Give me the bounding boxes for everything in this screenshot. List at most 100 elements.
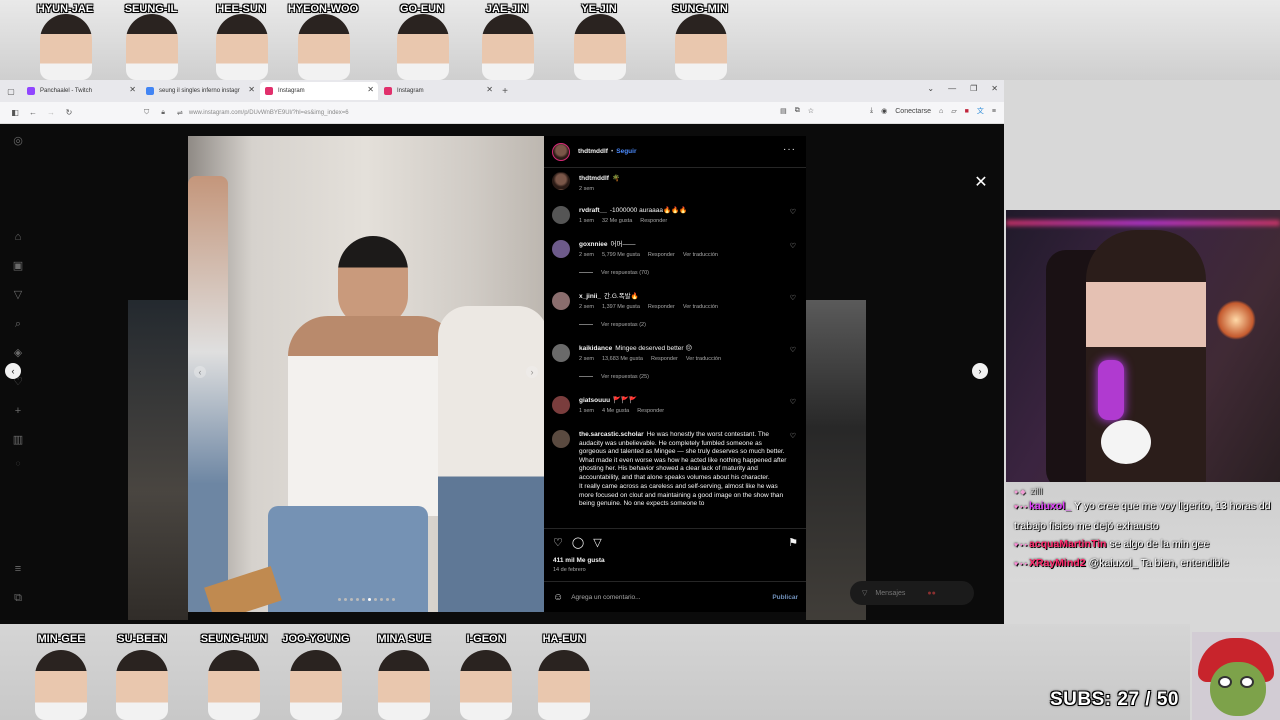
address-bar[interactable]: ⛉ 🔒︎ ⇌ www.instagram.com/p/DUvWnBYE9Ul/?… xyxy=(138,105,658,120)
search-icon[interactable]: ⌕ xyxy=(11,317,25,331)
comment-username[interactable]: rvdraft__ xyxy=(579,207,607,214)
comment-like-icon[interactable]: ♡ xyxy=(790,432,796,440)
emoji-icon[interactable]: ☺ xyxy=(553,592,563,603)
comment-likes[interactable]: 1,397 Me gusta xyxy=(602,304,640,310)
forward-icon[interactable]: → xyxy=(42,108,60,117)
chat-username[interactable]: acquaMartinTin xyxy=(1029,538,1106,550)
meta-icon[interactable]: ⧉ xyxy=(11,591,25,605)
lock-icon[interactable]: 🔒︎ xyxy=(161,109,165,117)
pocket-icon[interactable]: ▱ xyxy=(951,107,956,115)
bookmark-star-icon[interactable]: ☆ xyxy=(808,107,814,115)
comment-icon[interactable]: ◯ xyxy=(572,536,584,549)
comment-username[interactable]: the.sarcastic.scholar xyxy=(579,431,644,438)
tab-overview-icon[interactable]: ▢ xyxy=(0,87,22,96)
close-modal-icon[interactable]: ✕ xyxy=(972,174,990,192)
threads-icon[interactable]: ◌ xyxy=(11,457,25,471)
downloads-icon[interactable]: ⤓ xyxy=(870,107,873,115)
previous-post-arrow-icon[interactable]: ‹ xyxy=(5,363,21,379)
browser-tab[interactable]: Instagram ✕ xyxy=(260,82,378,100)
view-replies-button[interactable]: Ver respuestas (2) xyxy=(579,322,646,328)
shield-icon[interactable]: ⛉ xyxy=(144,109,149,117)
chat-username[interactable]: kaiuxol_ xyxy=(1029,500,1071,512)
more-options-icon[interactable]: ··· xyxy=(783,144,796,155)
comment-like-icon[interactable]: ♡ xyxy=(790,208,796,216)
comment-like-icon[interactable]: ♡ xyxy=(790,346,796,354)
reader-view-icon[interactable]: ▤ xyxy=(780,107,787,115)
photo-next-arrow-icon[interactable]: › xyxy=(526,366,538,378)
follow-button[interactable]: Seguir xyxy=(616,148,636,155)
comment-like-icon[interactable]: ♡ xyxy=(790,242,796,250)
extension-red-icon[interactable]: ■ xyxy=(965,108,969,115)
like-icon[interactable]: ♡ xyxy=(553,536,563,549)
comment-like-icon[interactable]: ♡ xyxy=(790,294,796,302)
comment-likes[interactable]: 4 Me gusta xyxy=(602,408,629,414)
avatar[interactable] xyxy=(552,396,570,414)
comment-username[interactable]: kaikidance xyxy=(579,345,612,352)
next-post-arrow-icon[interactable]: › xyxy=(972,363,988,379)
create-icon[interactable]: + xyxy=(11,404,25,418)
browser-tab[interactable]: Panchaalel - Twitch ✕ xyxy=(22,82,140,100)
likes-count[interactable]: 411 mil Me gusta xyxy=(553,557,605,564)
tab-list-icon[interactable]: ⌄ xyxy=(927,84,934,93)
translate-button[interactable]: Ver traducción xyxy=(683,304,718,310)
avatar[interactable] xyxy=(552,142,570,161)
comment-username[interactable]: x_jinii_ xyxy=(579,293,601,300)
instagram-logo-icon[interactable]: ◎ xyxy=(11,134,25,148)
comment-like-icon[interactable]: ♡ xyxy=(790,398,796,406)
explore-icon[interactable]: ◈ xyxy=(11,346,25,360)
reload-icon[interactable]: ↻ xyxy=(60,108,78,117)
view-replies-button[interactable]: Ver respuestas (70) xyxy=(579,270,649,276)
reply-button[interactable]: Responder xyxy=(648,304,675,310)
translate-button[interactable]: Ver traducción xyxy=(683,252,718,258)
translate-extension-icon[interactable]: 文 xyxy=(977,106,984,116)
comment-username[interactable]: goxnniee xyxy=(579,241,608,248)
comment-likes[interactable]: 13,683 Me gusta xyxy=(602,356,643,362)
sign-in-label[interactable]: Conectarse xyxy=(895,108,931,115)
back-icon[interactable]: ← xyxy=(24,108,42,117)
save-bookmark-icon[interactable]: ⚑ xyxy=(788,536,798,549)
dashboard-icon[interactable]: ▥ xyxy=(11,433,25,447)
reply-button[interactable]: Responder xyxy=(648,252,675,258)
minimize-icon[interactable]: — xyxy=(948,84,956,93)
messages-button[interactable]: ▽ Mensajes ●● xyxy=(850,581,974,605)
tab-close-icon[interactable]: ✕ xyxy=(367,85,374,94)
tab-close-icon[interactable]: ✕ xyxy=(248,85,255,94)
sidebar-toggle-icon[interactable]: ◧ xyxy=(6,108,24,117)
tab-close-icon[interactable]: ✕ xyxy=(486,85,493,94)
publish-button[interactable]: Publicar xyxy=(772,594,798,601)
url-text[interactable]: www.instagram.com/p/DUvWnBYE9Ul/?hl=es&i… xyxy=(189,110,349,116)
close-window-icon[interactable]: ✕ xyxy=(991,84,998,93)
avatar[interactable] xyxy=(552,240,570,258)
direct-icon[interactable]: ▽ xyxy=(11,288,25,302)
chat-username[interactable]: XRayMind2 xyxy=(1029,557,1086,569)
translate-button[interactable]: Ver traducción xyxy=(686,356,721,362)
comment-input[interactable]: Agrega un comentario... xyxy=(571,594,640,601)
restore-icon[interactable]: ❐ xyxy=(970,84,977,93)
reply-button[interactable]: Responder xyxy=(651,356,678,362)
caption-user[interactable]: thdtmddlf xyxy=(579,175,609,182)
reels-icon[interactable]: ▣ xyxy=(11,259,25,273)
view-replies-button[interactable]: Ver respuestas (25) xyxy=(579,374,649,380)
more-menu-icon[interactable]: ≡ xyxy=(11,562,25,576)
avatar[interactable] xyxy=(552,292,570,310)
comments-list[interactable]: thdtmddlf 🌴 2 sem rvdraft__ -1000000 auraaaa… xyxy=(544,172,806,528)
tab-close-icon[interactable]: ✕ xyxy=(129,85,136,94)
post-photo[interactable]: ‹ › xyxy=(188,136,544,612)
share-icon[interactable]: ▽ xyxy=(593,536,601,549)
reply-button[interactable]: Responder xyxy=(637,408,664,414)
extensions-icon[interactable]: ⌂ xyxy=(939,108,943,115)
account-icon[interactable]: ◉ xyxy=(881,107,887,115)
menu-icon[interactable]: ≡ xyxy=(992,108,996,115)
new-tab-button[interactable]: + xyxy=(498,86,512,97)
permissions-icon[interactable]: ⇌ xyxy=(177,109,183,117)
avatar[interactable] xyxy=(552,206,570,224)
comment-likes[interactable]: 32 Me gusta xyxy=(602,218,632,224)
reply-button[interactable]: Responder xyxy=(640,218,667,224)
comment-likes[interactable]: 5,799 Me gusta xyxy=(602,252,640,258)
home-icon[interactable]: ⌂ xyxy=(11,230,25,244)
comment-username[interactable]: giatsouuu xyxy=(579,397,610,404)
post-username[interactable]: thdtmddlf xyxy=(578,148,608,155)
photo-prev-arrow-icon[interactable]: ‹ xyxy=(194,366,206,378)
avatar[interactable] xyxy=(552,344,570,362)
browser-tab[interactable]: Instagram ✕ xyxy=(379,82,497,100)
